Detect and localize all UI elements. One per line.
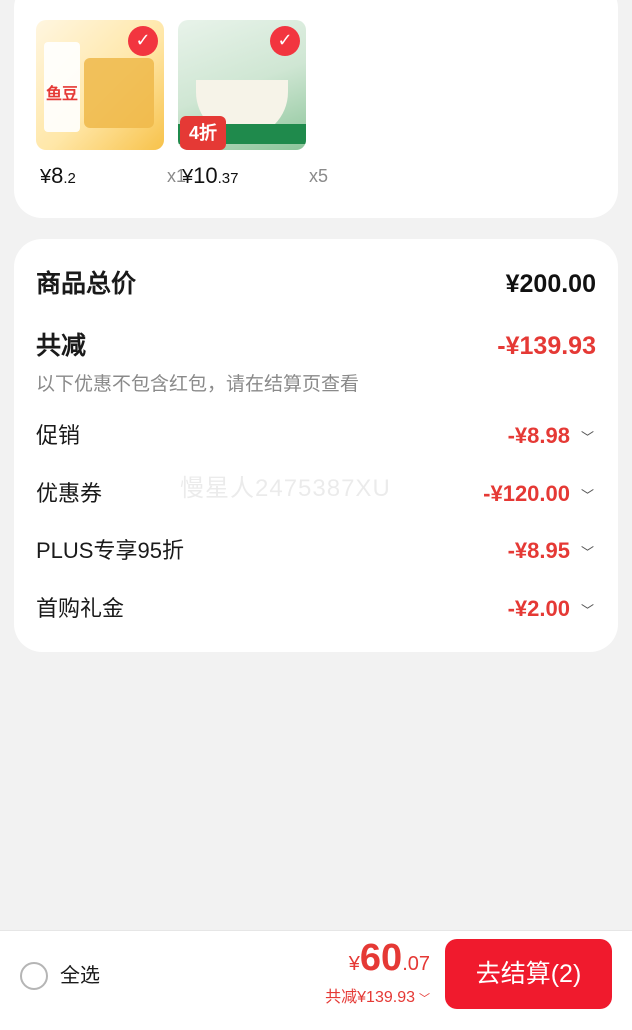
discount-item-label: 首购礼金 [36, 596, 125, 621]
discount-item-value: -¥120.00 [483, 481, 570, 506]
product-item[interactable]: 4折 ✓ ¥10.37 x5 [178, 20, 328, 188]
discount-item-label: PLUS专享95折 [36, 538, 184, 563]
chevron-down-icon[interactable]: ﹀ [581, 600, 594, 619]
chevron-down-icon[interactable]: ﹀ [581, 485, 594, 504]
discount-item-label: 优惠券 [36, 481, 103, 506]
discount-item-value: -¥8.95 [507, 538, 570, 563]
discount-item-value: -¥2.00 [507, 596, 570, 621]
discount-note: 以下优惠不包含红包，请在结算页查看 [36, 374, 360, 395]
product-thumbnail[interactable]: 4折 ✓ [178, 20, 306, 150]
selected-products-card: 鱼豆 ✓ ¥8.2 x1 4折 ✓ ¥10.37 x5 [14, 0, 618, 218]
checkout-bar: 全选 ¥60.07 共减¥139.93 ﹀ 去结算(2) [0, 930, 632, 1030]
check-icon[interactable]: ✓ [270, 26, 300, 56]
chevron-down-icon[interactable]: ﹀ [581, 542, 594, 561]
total-discount-label: 共减 [36, 332, 87, 360]
product-thumb-text: 鱼豆 [46, 86, 79, 103]
discount-item-plus[interactable]: PLUS专享95折 -¥8.95 ﹀ [36, 531, 596, 571]
total-discount-row: 共减 -¥139.93 [36, 326, 596, 366]
radio-unchecked-icon[interactable] [20, 962, 48, 990]
discount-badge: 4折 [180, 116, 226, 150]
select-all-label[interactable]: 全选 [60, 959, 100, 993]
chevron-down-icon[interactable]: ﹀ [419, 992, 430, 1005]
product-food-image [84, 58, 154, 128]
checkout-total-price: ¥60.07 [348, 937, 430, 979]
total-price-value: ¥200.00 [505, 270, 596, 298]
price-summary-card: 商品总价 ¥200.00 共减 -¥139.93 以下优惠不包含红包，请在结算页… [14, 239, 618, 652]
discount-item-value: -¥8.98 [507, 423, 570, 448]
check-icon[interactable]: ✓ [128, 26, 158, 56]
checkout-button[interactable]: 去结算(2) [445, 939, 612, 1009]
product-item[interactable]: 鱼豆 ✓ ¥8.2 x1 [36, 20, 186, 188]
discount-item-promotion[interactable]: 促销 -¥8.98 ﹀ [36, 416, 596, 456]
checkout-saved-detail[interactable]: 共减¥139.93 ﹀ [325, 983, 430, 1007]
watermark: 慢星人2475387XU [180, 475, 391, 502]
product-price: ¥10.37 [182, 163, 239, 188]
total-price-label: 商品总价 [36, 270, 137, 298]
product-price: ¥8.2 [40, 163, 76, 188]
product-thumbnail[interactable]: 鱼豆 ✓ [36, 20, 164, 150]
product-price-row: ¥10.37 x5 [178, 163, 328, 193]
chevron-down-icon[interactable]: ﹀ [581, 427, 594, 446]
discount-item-label: 促销 [36, 423, 81, 448]
discount-item-first-purchase[interactable]: 首购礼金 -¥2.00 ﹀ [36, 589, 596, 629]
total-price-row: 商品总价 ¥200.00 [36, 264, 596, 304]
total-discount-value: -¥139.93 [497, 332, 596, 360]
product-price-row: ¥8.2 x1 [36, 163, 186, 193]
product-quantity: x5 [308, 166, 328, 186]
